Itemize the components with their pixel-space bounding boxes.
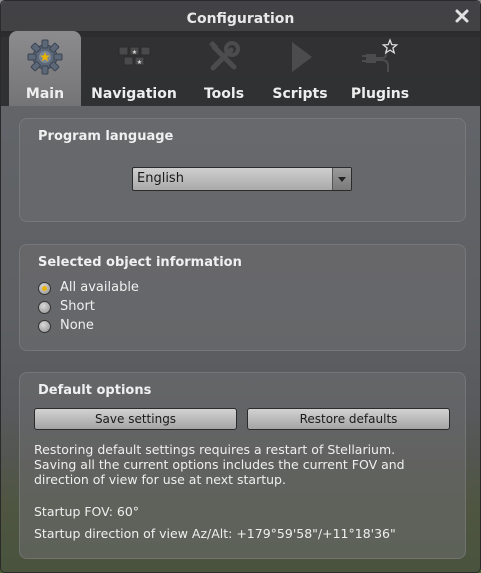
startup-direction: Startup direction of view Az/Alt: +179°5… [34,526,396,541]
tools-icon [204,37,244,81]
program-language-title: Program language [38,129,174,144]
tab-plugins-label: Plugins [350,86,410,102]
play-icon [280,37,320,81]
window-title: Configuration [186,11,295,27]
startup-fov: Startup FOV: 60° [34,504,140,519]
radio-label: Short [60,299,95,314]
radio-label: All available [60,280,139,295]
restart-note-line-1: Restoring default settings requires a re… [34,442,396,457]
radio-short[interactable]: Short [38,299,238,317]
navigation-keys-icon: ★ ★ [114,37,154,81]
object-info-title: Selected object information [38,255,242,270]
tab-main[interactable]: Main [9,31,81,106]
radio-none[interactable]: None [38,318,238,336]
tab-scripts-label: Scripts [272,86,328,102]
program-language-group: Program language English [19,118,466,222]
tab-navigation-label: Navigation [91,86,177,102]
save-settings-button[interactable]: Save settings [34,408,237,430]
tab-tools-label: Tools [203,86,245,102]
gear-icon [25,37,65,81]
object-info-group: Selected object information All availabl… [19,244,466,351]
tab-bar: Main ★ ★ Navigation Tools Scripts Plugin… [1,31,480,106]
restore-defaults-button[interactable]: Restore defaults [247,408,450,430]
radio-indicator[interactable] [38,301,51,314]
restart-note-line-2: Saving all the current options includes … [34,457,405,472]
close-icon[interactable] [454,8,470,24]
tab-plugins[interactable]: Plugins [345,31,415,106]
tab-navigation[interactable]: ★ ★ Navigation [87,31,181,106]
configuration-window: Configuration Main ★ ★ Navigation Tools … [0,0,481,573]
default-options-title: Default options [38,383,152,398]
tab-tools[interactable]: Tools [194,31,254,106]
radio-all-available[interactable]: All available [38,280,238,298]
tab-main-label: Main [25,86,65,102]
radio-indicator[interactable] [38,320,51,333]
default-options-group: Default options Save settings Restore de… [19,372,466,559]
svg-text:★: ★ [137,59,142,66]
radio-indicator[interactable] [38,282,51,295]
svg-text:★: ★ [132,49,137,56]
tab-scripts[interactable]: Scripts [267,31,333,106]
restart-note-line-3: direction of view for use at next startu… [34,472,286,487]
chevron-down-icon [332,168,351,190]
language-select[interactable]: English [132,167,352,191]
plugin-icon [360,37,400,81]
radio-label: None [60,318,94,333]
language-select-value: English [137,171,184,186]
